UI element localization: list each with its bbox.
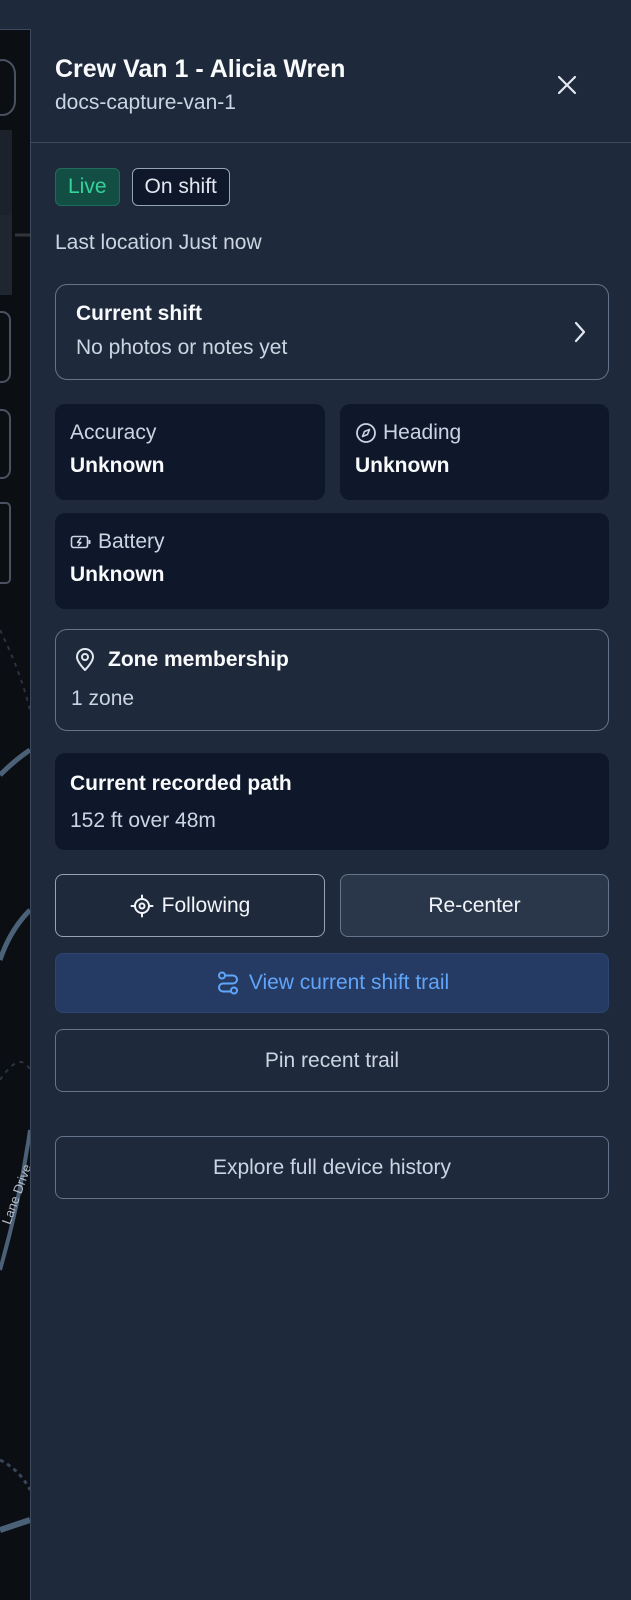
zone-count: 1 zone: [71, 687, 135, 710]
current-shift-card[interactable]: Current shift No photos or notes yet: [55, 284, 609, 380]
accuracy-label: Accuracy: [70, 421, 156, 445]
recenter-button-label: Re-center: [428, 893, 521, 917]
battery-label: Battery: [70, 530, 165, 554]
explore-history-label: Explore full device history: [212, 1155, 452, 1179]
zone-membership-title: Zone membership: [74, 648, 289, 672]
status-badges: Live On shift: [55, 168, 230, 206]
heading-label-text: Heading: [383, 421, 462, 444]
battery-charging-icon: [70, 535, 91, 549]
following-button-label: Following: [161, 893, 251, 917]
panel-subtitle: docs-capture-van-1: [55, 91, 236, 114]
recorded-path-card: Current recorded path 152 ft over 48m: [55, 753, 609, 850]
panel-header: Crew Van 1 - Alicia Wren docs-capture-va…: [31, 29, 631, 143]
heading-card: Heading Unknown: [340, 404, 609, 500]
battery-card: Battery Unknown: [55, 513, 609, 609]
compass-icon: [356, 423, 376, 443]
panel-title: Crew Van 1 - Alicia Wren: [55, 55, 346, 83]
on-shift-badge: On shift: [131, 168, 230, 206]
chevron-right-icon: [574, 321, 586, 343]
zone-membership-card: Zone membership 1 zone: [55, 629, 609, 731]
recorded-path-title: Current recorded path: [70, 772, 292, 795]
current-shift-subtitle: No photos or notes yet: [76, 336, 288, 359]
close-icon: [557, 75, 577, 95]
recorded-path-summary: 152 ft over 48m: [70, 809, 216, 832]
accuracy-card: Accuracy Unknown: [55, 404, 325, 500]
top-bar: [0, 0, 631, 30]
current-shift-title: Current shift: [76, 302, 202, 325]
map-roads: [0, 59, 30, 1533]
map-pin-icon: [76, 648, 94, 671]
accuracy-label-text: Accuracy: [70, 421, 157, 444]
view-shift-trail-label: View current shift trail: [248, 971, 450, 994]
close-button[interactable]: [551, 69, 583, 101]
accuracy-value: Unknown: [70, 454, 165, 477]
crosshair-icon: [130, 894, 154, 917]
explore-history-button[interactable]: Explore full device history: [55, 1136, 609, 1199]
battery-label-text: Battery: [98, 530, 165, 553]
zone-membership-title-text: Zone membership: [108, 648, 289, 671]
live-badge: Live: [55, 168, 120, 206]
pin-recent-trail-button[interactable]: Pin recent trail: [55, 1029, 609, 1092]
heading-value: Unknown: [355, 454, 450, 477]
pin-recent-trail-label: Pin recent trail: [264, 1048, 400, 1072]
heading-label: Heading: [355, 421, 461, 445]
route-icon: [217, 971, 238, 995]
following-button[interactable]: Following: [55, 874, 325, 937]
recenter-button[interactable]: Re-center: [340, 874, 609, 937]
device-detail-panel: Crew Van 1 - Alicia Wren docs-capture-va…: [30, 29, 631, 1600]
view-shift-trail-button[interactable]: View current shift trail: [55, 953, 609, 1013]
map-view[interactable]: Lane Drive: [0, 30, 30, 1600]
last-location-text: Last location Just now: [55, 231, 262, 254]
battery-value: Unknown: [70, 563, 165, 586]
